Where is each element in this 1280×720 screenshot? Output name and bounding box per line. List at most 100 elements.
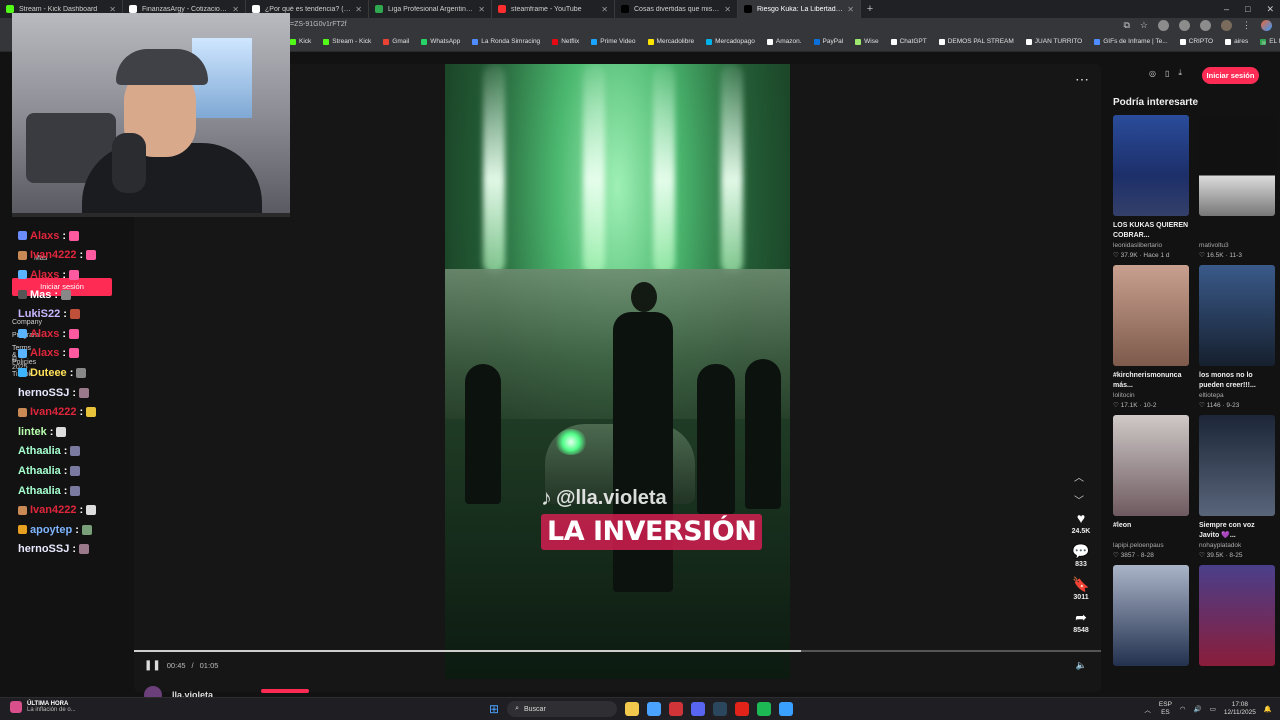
pause-icon[interactable]: ❚❚ [144,660,161,671]
bookmark-item[interactable]: GIFs de Inframe | Te... [1094,38,1168,45]
recommended-video-card[interactable] [1113,565,1189,666]
browser-tab[interactable]: Liga Profesional Argentina - POS ✕ [369,0,492,18]
taskbar-app-icon[interactable] [779,702,794,716]
chat-username[interactable]: Alaxs [30,328,59,340]
translate-icon[interactable]: ⧉ [1123,20,1129,31]
video-thumbnail[interactable] [1113,565,1189,666]
copilot-icon[interactable] [1261,20,1272,31]
video-author[interactable]: leonidaslibertario [1113,242,1189,249]
video-author[interactable]: nohayplatadok [1199,542,1275,549]
taskbar-app-icon[interactable] [757,702,772,716]
taskbar-app-icon[interactable] [735,702,750,716]
chat-username[interactable]: lintek [18,426,47,438]
bookmark-item[interactable]: Prime Video [591,38,636,45]
taskbar-app-icon[interactable] [669,702,684,716]
chat-username[interactable]: Alaxs [30,269,59,281]
device-icon[interactable]: ▯ [1165,69,1169,78]
taskbar-app-icon[interactable] [713,702,728,716]
tab-close-icon[interactable]: ✕ [478,5,485,14]
windows-start-icon[interactable]: ⊞ [489,702,499,716]
tab-close-icon[interactable]: ✕ [724,5,731,14]
taskbar-app-icon[interactable] [647,702,662,716]
video-thumbnail[interactable] [1113,415,1189,516]
video-frame[interactable]: ♪ @lla.violeta LA INVERSIÓN [445,64,790,679]
chat-username[interactable]: Athaalia [18,485,61,497]
bookmark-item[interactable]: Gmail [383,38,409,45]
chat-username[interactable]: hernoSSJ [18,387,69,399]
coin-icon[interactable]: ◎ [1149,69,1156,78]
chat-username[interactable]: Athaalia [18,445,61,457]
chat-username[interactable]: Ivan4222 [30,406,76,418]
chat-username[interactable]: Athaalia [18,465,61,477]
bookmark-star-icon[interactable]: ☆ [1140,20,1148,31]
recommended-video-card[interactable] [1199,565,1275,666]
video-thumbnail[interactable] [1113,265,1189,366]
download-icon[interactable]: ⤓ [1178,68,1182,78]
extension-icon[interactable] [1158,20,1169,31]
video-thumbnail[interactable] [1199,265,1275,366]
tray-overflow-icon[interactable]: ︿ [1144,704,1151,714]
close-window-button[interactable]: ✕ [1266,4,1274,15]
recommended-video-card[interactable]: LOS KUKAS QUIEREN COBRAR... leonidasliber… [1113,115,1189,259]
recommended-video-card[interactable]: #leon lapipi.peloenpaus ♡ 3857 · 8-28 [1113,415,1189,559]
profile-avatar-icon[interactable] [1221,20,1232,31]
wifi-icon[interactable]: ◠ [1180,705,1186,713]
bookmark-item[interactable]: aires [1225,38,1248,45]
like-icon[interactable]: ♥ [1077,510,1085,527]
tab-close-icon[interactable]: ✕ [847,5,854,14]
bookmarks-overflow-icon[interactable]: » [1262,38,1266,47]
url-field[interactable]: =ZS-91G0v1rFT2f [290,21,347,28]
video-thumbnail[interactable] [1199,565,1275,666]
taskbar-app-icon[interactable] [691,702,706,716]
news-widget[interactable]: ÚLTIMA HORA La inflación de o... [10,701,76,713]
extension-icon[interactable] [1179,20,1190,31]
comment-icon[interactable]: 💬 [1072,543,1089,560]
chat-username[interactable]: Ivan4222 [30,504,76,516]
video-thumbnail[interactable] [1199,415,1275,516]
tab-close-icon[interactable]: ✕ [355,5,362,14]
chat-username[interactable]: LukiS22 [18,308,60,320]
speaker-icon[interactable]: 🔊 [1194,705,1202,713]
video-author[interactable]: lolitocin [1113,392,1189,399]
recommended-video-card[interactable]: mativoltu3 ♡ 16.5K · 11-3 [1199,115,1275,259]
bookmark-item[interactable]: Amazon. [766,38,802,45]
minimize-button[interactable]: – [1224,4,1229,14]
recommended-video-card[interactable]: #kirchnerismonunca más... lolitocin ♡ 17.1… [1113,265,1189,409]
previous-video-icon[interactable]: ︿ [1074,469,1084,484]
video-thumbnail[interactable] [1199,115,1275,216]
language-indicator[interactable]: ESP ES [1159,701,1172,717]
more-options-icon[interactable]: ⋯ [1075,71,1089,88]
recommended-video-card[interactable]: los monos no lo pueden creer!!!... eltiot… [1199,265,1275,409]
bookmark-item[interactable]: Wise [855,38,879,45]
video-thumbnail[interactable] [1113,115,1189,216]
video-author[interactable]: lapipi.peloenpaus [1113,542,1189,549]
extension-icon[interactable] [1200,20,1211,31]
bookmark-item[interactable]: Mercadolibre [647,38,694,45]
notification-icon[interactable]: 🔔 [1264,705,1272,713]
bookmark-item[interactable]: Netflix [552,38,579,45]
video-author[interactable]: mativoltu3 [1199,242,1275,249]
maximize-button[interactable]: □ [1245,4,1250,14]
bookmark-item[interactable]: JUAN TURRITO [1025,38,1082,45]
taskbar-search[interactable]: ⌕ Buscar [507,701,618,717]
taskbar-app-icon[interactable] [625,702,640,716]
video-author[interactable]: eltiotepa [1199,392,1275,399]
browser-tab[interactable]: steamframe - YouTube ✕ [492,0,615,18]
chat-username[interactable]: Mas [30,289,51,301]
chat-username[interactable]: Alaxs [30,347,59,359]
volume-icon[interactable]: 🔈 [1076,660,1087,671]
bookmark-item[interactable]: DEMOS PAL STREAM [938,38,1014,45]
video-progress-bar[interactable] [134,650,1101,652]
bookmark-item[interactable]: La Ronda Simracing [472,38,540,45]
clock[interactable]: 17:08 12/11/2025 [1224,701,1256,717]
login-button[interactable]: Iniciar sesión [1202,67,1259,84]
new-tab-button[interactable]: + [861,3,879,15]
chat-username[interactable]: hernoSSJ [18,543,69,555]
bookmark-item[interactable]: WhatsApp [421,38,460,45]
bookmark-icon[interactable]: 🔖 [1072,576,1089,593]
chat-username[interactable]: apoytep [30,524,72,536]
bookmark-item[interactable]: Mercadopago [706,38,755,45]
bookmark-item[interactable]: ChatGPT [890,38,927,45]
battery-icon[interactable]: ▭ [1210,705,1216,713]
bookmark-item[interactable]: Kick [290,38,311,45]
